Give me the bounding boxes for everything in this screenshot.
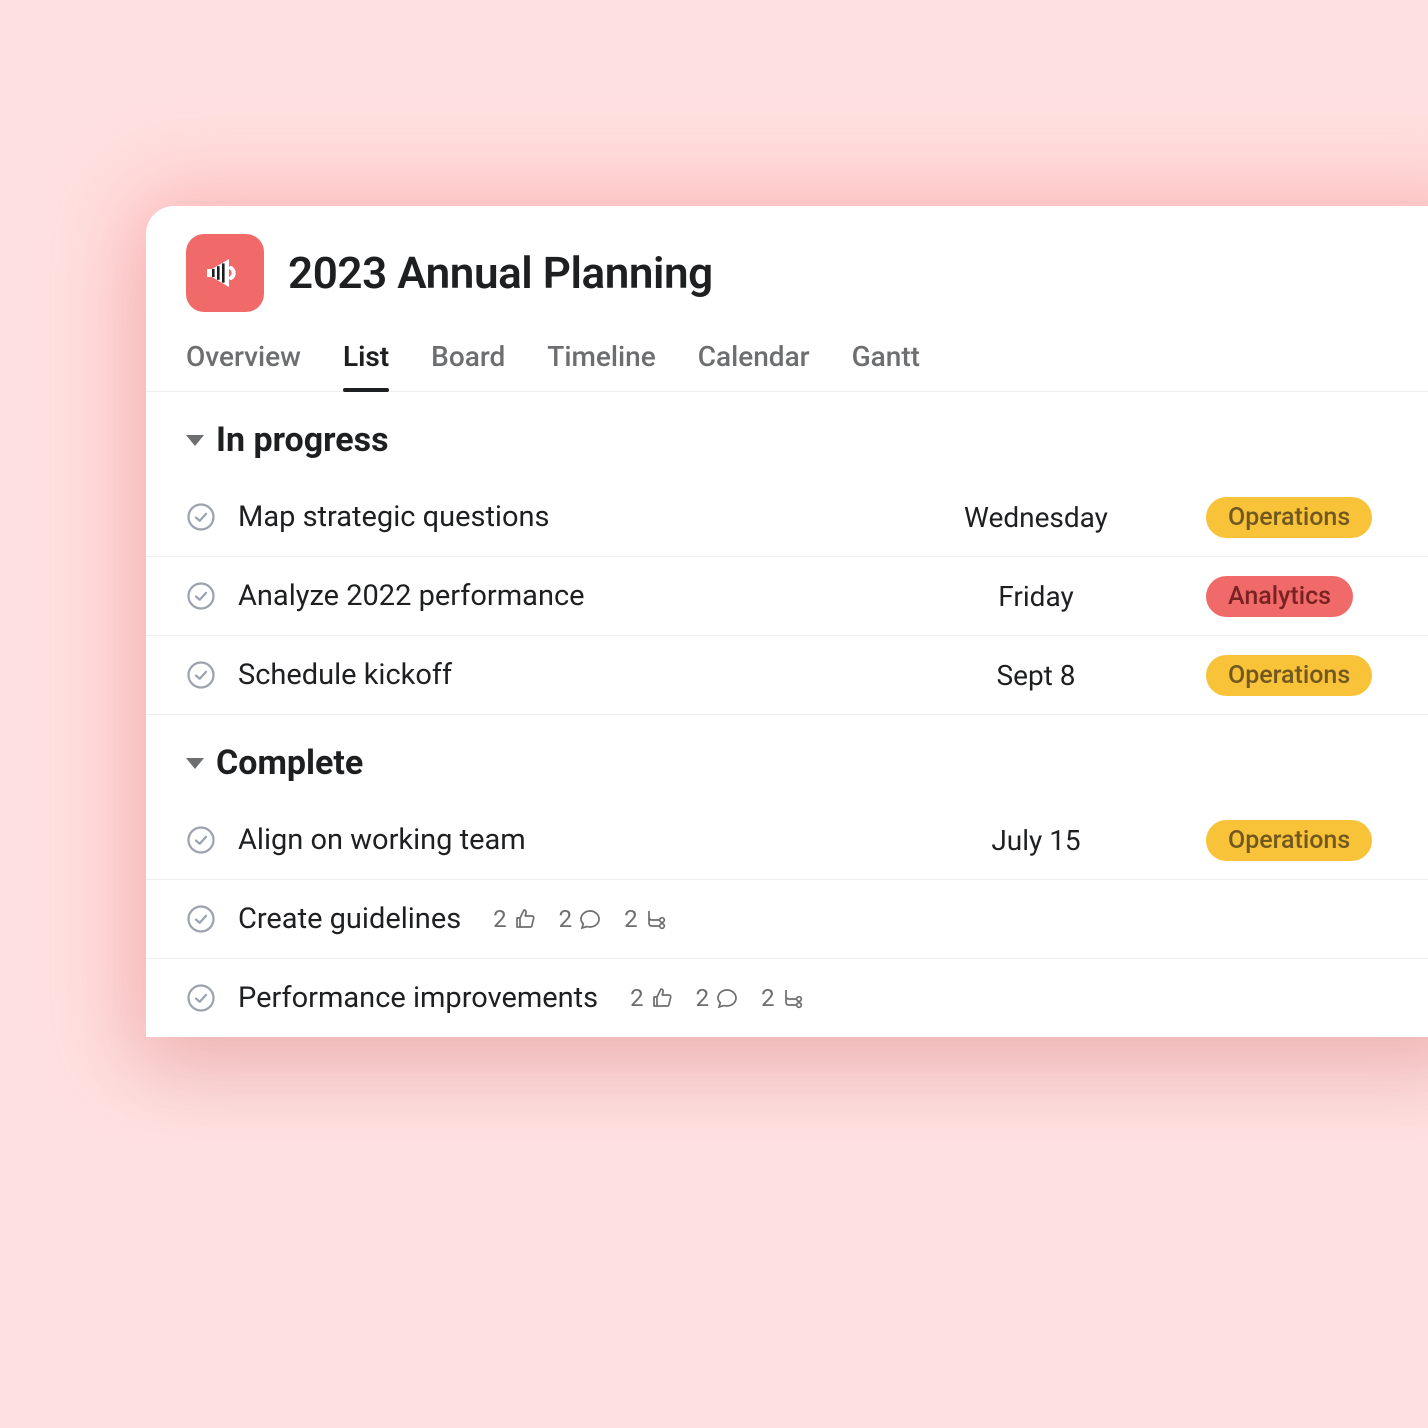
thumbs-up-icon (650, 986, 674, 1010)
tag-operations[interactable]: Operations (1206, 497, 1372, 538)
tabs-bar: Overview List Board Timeline Calendar Ga… (146, 322, 1428, 392)
tab-gantt[interactable]: Gantt (852, 340, 920, 391)
comments-count[interactable]: 2 (696, 984, 740, 1012)
check-circle-icon[interactable] (186, 502, 216, 532)
task-meta: 2 2 2 (493, 905, 668, 933)
task-date: Friday (896, 580, 1176, 613)
check-circle-icon[interactable] (186, 904, 216, 934)
task-row[interactable]: Schedule kickoff Sept 8 Operations (146, 636, 1428, 715)
task-meta: 2 2 2 (630, 984, 805, 1012)
task-name: Create guidelines (238, 902, 461, 936)
project-window: 2023 Annual Planning Overview List Board… (146, 206, 1428, 1037)
tag-operations[interactable]: Operations (1206, 820, 1372, 861)
check-circle-icon[interactable] (186, 581, 216, 611)
section-title: In progress (216, 420, 389, 460)
project-title: 2023 Annual Planning (288, 247, 713, 299)
comment-icon (578, 907, 602, 931)
section-header-complete[interactable]: Complete (146, 715, 1428, 801)
tab-calendar[interactable]: Calendar (698, 340, 810, 391)
task-row[interactable]: Performance improvements 2 2 2 (146, 959, 1428, 1037)
task-date: July 15 (896, 824, 1176, 857)
tab-board[interactable]: Board (431, 340, 505, 391)
section-title: Complete (216, 743, 363, 783)
likes-count[interactable]: 2 (630, 984, 674, 1012)
tag-analytics[interactable]: Analytics (1206, 576, 1353, 617)
check-circle-icon[interactable] (186, 825, 216, 855)
task-name: Analyze 2022 performance (238, 579, 585, 613)
likes-count[interactable]: 2 (493, 905, 537, 933)
comment-icon (715, 986, 739, 1010)
caret-down-icon (186, 758, 204, 769)
megaphone-icon (186, 234, 264, 312)
tab-list[interactable]: List (343, 340, 389, 391)
task-name: Schedule kickoff (238, 658, 452, 692)
task-row[interactable]: Create guidelines 2 2 2 (146, 880, 1428, 959)
task-name: Map strategic questions (238, 500, 550, 534)
task-row[interactable]: Map strategic questions Wednesday Operat… (146, 478, 1428, 557)
check-circle-icon[interactable] (186, 660, 216, 690)
section-header-in-progress[interactable]: In progress (146, 392, 1428, 478)
task-row[interactable]: Analyze 2022 performance Friday Analytic… (146, 557, 1428, 636)
task-date: Wednesday (896, 501, 1176, 534)
subtasks-count[interactable]: 2 (761, 984, 805, 1012)
check-circle-icon[interactable] (186, 983, 216, 1013)
task-name: Align on working team (238, 823, 526, 857)
comments-count[interactable]: 2 (559, 905, 603, 933)
subtask-icon (644, 907, 668, 931)
project-header: 2023 Annual Planning (146, 206, 1428, 322)
thumbs-up-icon (513, 907, 537, 931)
task-row[interactable]: Align on working team July 15 Operations (146, 801, 1428, 880)
task-name: Performance improvements (238, 981, 598, 1015)
subtask-icon (781, 986, 805, 1010)
task-date: Sept 8 (896, 659, 1176, 692)
tab-timeline[interactable]: Timeline (547, 340, 655, 391)
caret-down-icon (186, 435, 204, 446)
tag-operations[interactable]: Operations (1206, 655, 1372, 696)
subtasks-count[interactable]: 2 (624, 905, 668, 933)
tab-overview[interactable]: Overview (186, 340, 301, 391)
